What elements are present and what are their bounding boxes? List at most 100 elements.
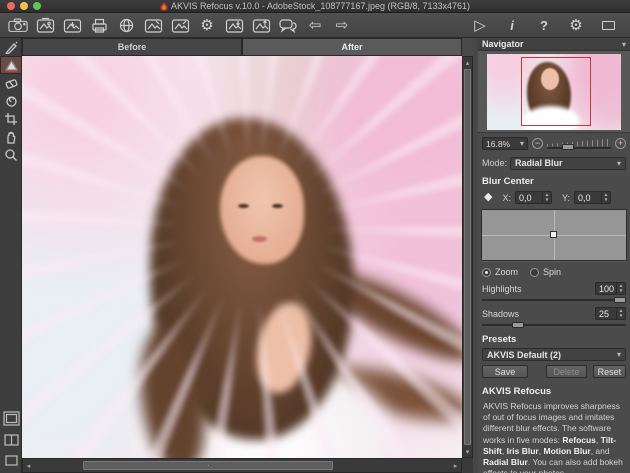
view-single-window-icon[interactable] [3,411,20,431]
radial-blur-streaks [22,56,462,458]
y-value: 0,0 [575,193,601,203]
fullscreen-icon[interactable] [598,15,618,35]
window-controls [7,2,41,10]
blur-center-handle[interactable] [550,231,557,238]
vertical-scrollbar[interactable]: ▴ ▾ [462,56,473,458]
akvis-refocus-window: AKVIS Refocus v.10.0 - AdobeStock_108777… [0,0,630,473]
scrollbar-corner [462,458,473,473]
reset-preset-button[interactable]: Reset [593,365,626,378]
load-settings-icon[interactable] [143,15,163,35]
minimize-button[interactable] [20,2,28,10]
info-icon[interactable]: i [502,15,522,35]
zoom-controls: 16.8% ▾ − + [482,136,626,151]
preset-buttons: Save Delete Reset [482,365,626,378]
highlights-row: Highlights 100 ▲▼ [482,282,626,295]
shadows-input[interactable]: 25 ▲▼ [595,307,626,320]
shadows-slider[interactable] [482,322,626,328]
shadows-slider-handle[interactable] [512,322,524,328]
y-input[interactable]: 0,0 ▲▼ [574,191,611,204]
navigator-title: Navigator [482,39,524,49]
zoom-percent-select[interactable]: 16.8% ▾ [482,137,528,150]
dropdown-icon: ▾ [617,350,621,359]
crop-tool-icon[interactable] [0,110,22,128]
scroll-left-icon[interactable]: ◂ [23,459,34,472]
spin-radio[interactable]: Spin [530,267,561,277]
import-presets-icon[interactable] [224,15,244,35]
blur-center-grid[interactable] [481,209,627,261]
vertical-scroll-thumb[interactable] [464,69,471,445]
image-view: Before After ◂ ▸ [22,38,462,473]
feedback-icon[interactable] [278,15,298,35]
x-stepper[interactable]: ▲▼ [542,192,551,203]
navigator-thumbnail-area [478,51,630,133]
toolbar-left-group: ⚙ ⇦ ⇨ [8,15,352,35]
tab-before[interactable]: Before [22,38,242,56]
mode-select[interactable]: Radial Blur ▾ [510,157,626,170]
preset-value: AKVIS Default (2) [487,350,561,360]
scroll-up-icon[interactable]: ▴ [463,57,472,68]
delete-preset-button[interactable]: Delete [546,365,587,378]
tab-bar: Before After [22,38,462,56]
undo-icon[interactable]: ⇦ [305,15,325,35]
eraser-tool-icon[interactable] [0,74,22,92]
highlights-slider-handle[interactable] [614,297,626,303]
tab-after[interactable]: After [242,38,462,56]
main-area: Before After ◂ ▸ [0,38,630,473]
scroll-down-icon[interactable]: ▾ [463,446,472,457]
zoom-in-button[interactable]: + [615,138,626,149]
zoom-percent-value: 16.8% [486,139,510,149]
shadows-value: 25 [596,309,616,319]
open-image-icon[interactable] [35,15,55,35]
preset-select[interactable]: AKVIS Default (2) ▾ [482,348,626,361]
app-logo-camera-icon [8,15,28,35]
photo-canvas[interactable] [22,56,462,458]
effect-type-radios: Zoom Spin [482,266,626,278]
batch-processing-icon[interactable]: ⚙ [197,15,217,35]
save-image-icon[interactable] [62,15,82,35]
titlebar: AKVIS Refocus v.10.0 - AdobeStock_108777… [0,0,630,13]
view-split-window-icon[interactable] [4,433,19,451]
redo-icon[interactable]: ⇨ [332,15,352,35]
highlights-slider[interactable] [482,297,626,303]
zoom-window-button[interactable] [33,2,41,10]
left-toolbar [0,38,22,473]
preview-tool-icon[interactable] [0,56,22,74]
horizontal-scroll-thumb[interactable] [83,461,333,470]
zoom-slider-handle[interactable] [562,144,574,150]
hand-tool-icon[interactable] [0,128,22,146]
close-button[interactable] [7,2,15,10]
scroll-right-icon[interactable]: ▸ [450,459,461,472]
navigator-thumbnail[interactable] [487,54,621,130]
save-preset-button[interactable]: Save [482,365,528,378]
dropdown-icon: ▾ [617,159,621,168]
run-icon[interactable]: ▷ [470,15,490,35]
history-brush-tool-icon[interactable] [0,92,22,110]
zoom-radio[interactable]: Zoom [482,267,518,277]
zoom-tool-icon[interactable] [0,146,22,164]
help-icon[interactable]: ? [534,15,554,35]
highlights-value: 100 [596,284,616,294]
publish-icon[interactable] [116,15,136,35]
marker-tool-icon[interactable] [0,38,22,56]
blur-center-coords: ◆ X: 0,0 ▲▼ Y: 0,0 ▲▼ [484,190,624,205]
zoom-slider[interactable] [547,138,611,150]
y-stepper[interactable]: ▲▼ [601,192,610,203]
x-input[interactable]: 0,0 ▲▼ [515,191,552,204]
navigator-header[interactable]: Navigator ▾ [478,38,630,51]
preferences-gear-icon[interactable]: ⚙ [566,15,586,35]
mode-value: Radial Blur [515,158,563,168]
zoom-out-button[interactable]: − [532,138,543,149]
radio-dot [482,268,491,277]
dropdown-icon: ▾ [520,139,524,148]
view-full-window-icon[interactable] [5,453,18,471]
window-title: AKVIS Refocus v.10.0 - AdobeStock_108777… [0,1,630,11]
navigator-view-frame[interactable] [521,57,591,126]
export-presets-icon[interactable] [251,15,271,35]
horizontal-scrollbar[interactable]: ◂ ▸ [22,458,462,473]
highlights-input[interactable]: 100 ▲▼ [595,282,626,295]
print-icon[interactable] [89,15,109,35]
collapse-icon[interactable]: ▾ [622,40,626,49]
presets-title: Presets [482,334,626,345]
save-settings-icon[interactable] [170,15,190,35]
about-title: AKVIS Refocus [482,386,626,397]
